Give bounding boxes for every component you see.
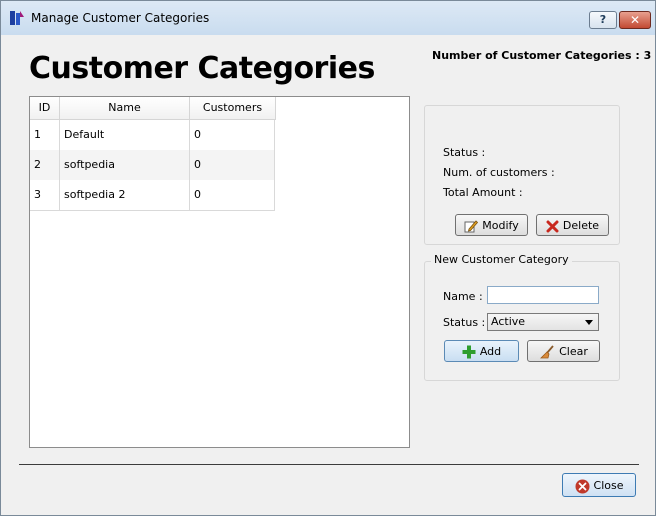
name-label: Name : <box>443 290 483 303</box>
total-amount-label: Total Amount : <box>443 186 523 199</box>
status-select[interactable]: Active <box>487 313 599 331</box>
modify-button[interactable]: Modify <box>455 214 528 236</box>
clear-button[interactable]: Clear <box>527 340 600 362</box>
help-button[interactable]: ? <box>589 11 617 29</box>
category-details-group: Status : Num. of customers : Total Amoun… <box>424 105 620 245</box>
status-select-value: Active <box>491 315 526 328</box>
table-row[interactable]: 1 Default 0 <box>30 120 275 151</box>
category-name-input[interactable] <box>487 286 599 304</box>
status-label: Status : <box>443 146 486 159</box>
cell-name: softpedia 2 <box>60 180 190 210</box>
app-icon <box>10 11 24 25</box>
table-row[interactable]: 2 softpedia 0 <box>30 150 275 181</box>
delete-label: Delete <box>562 219 600 232</box>
cell-id: 3 <box>30 180 60 210</box>
dropdown-arrow-icon <box>585 320 593 325</box>
column-header-id[interactable]: ID <box>30 97 60 120</box>
status-field-label: Status : <box>443 316 486 329</box>
add-label: Add <box>479 345 502 358</box>
delete-x-icon <box>546 220 559 232</box>
cell-id: 2 <box>30 150 60 180</box>
add-button[interactable]: Add <box>444 340 519 362</box>
num-customers-label: Num. of customers : <box>443 166 555 179</box>
close-label: Close <box>593 479 624 492</box>
window-title: Manage Customer Categories <box>31 11 210 25</box>
cell-name: softpedia <box>60 150 190 180</box>
plus-icon <box>462 345 476 359</box>
categories-table[interactable]: ID Name Customers 1 Default 0 2 softpedi… <box>29 96 410 448</box>
column-header-name[interactable]: Name <box>60 97 190 120</box>
delete-button[interactable]: Delete <box>536 214 609 236</box>
cell-name: Default <box>60 120 190 150</box>
broom-icon <box>540 345 554 359</box>
page-title: Customer Categories <box>29 51 375 86</box>
close-button[interactable]: Close <box>562 473 636 497</box>
footer-divider <box>19 464 639 465</box>
cell-customers: 0 <box>190 120 275 150</box>
cell-customers: 0 <box>190 150 275 180</box>
main-window: Manage Customer Categories ? ✕ Customer … <box>0 0 656 516</box>
window-close-button[interactable]: ✕ <box>619 11 651 29</box>
cell-customers: 0 <box>190 180 275 210</box>
clear-label: Clear <box>559 345 588 358</box>
title-bar[interactable]: Manage Customer Categories ? ✕ <box>1 1 655 35</box>
close-circle-icon <box>575 479 590 493</box>
pencil-icon <box>464 220 479 233</box>
category-count-label: Number of Customer Categories : 3 <box>432 49 652 62</box>
column-header-customers[interactable]: Customers <box>190 97 276 120</box>
modify-label: Modify <box>482 219 519 232</box>
table-row[interactable]: 3 softpedia 2 0 <box>30 180 275 211</box>
new-category-group-title: New Customer Category <box>431 253 572 266</box>
cell-id: 1 <box>30 120 60 150</box>
